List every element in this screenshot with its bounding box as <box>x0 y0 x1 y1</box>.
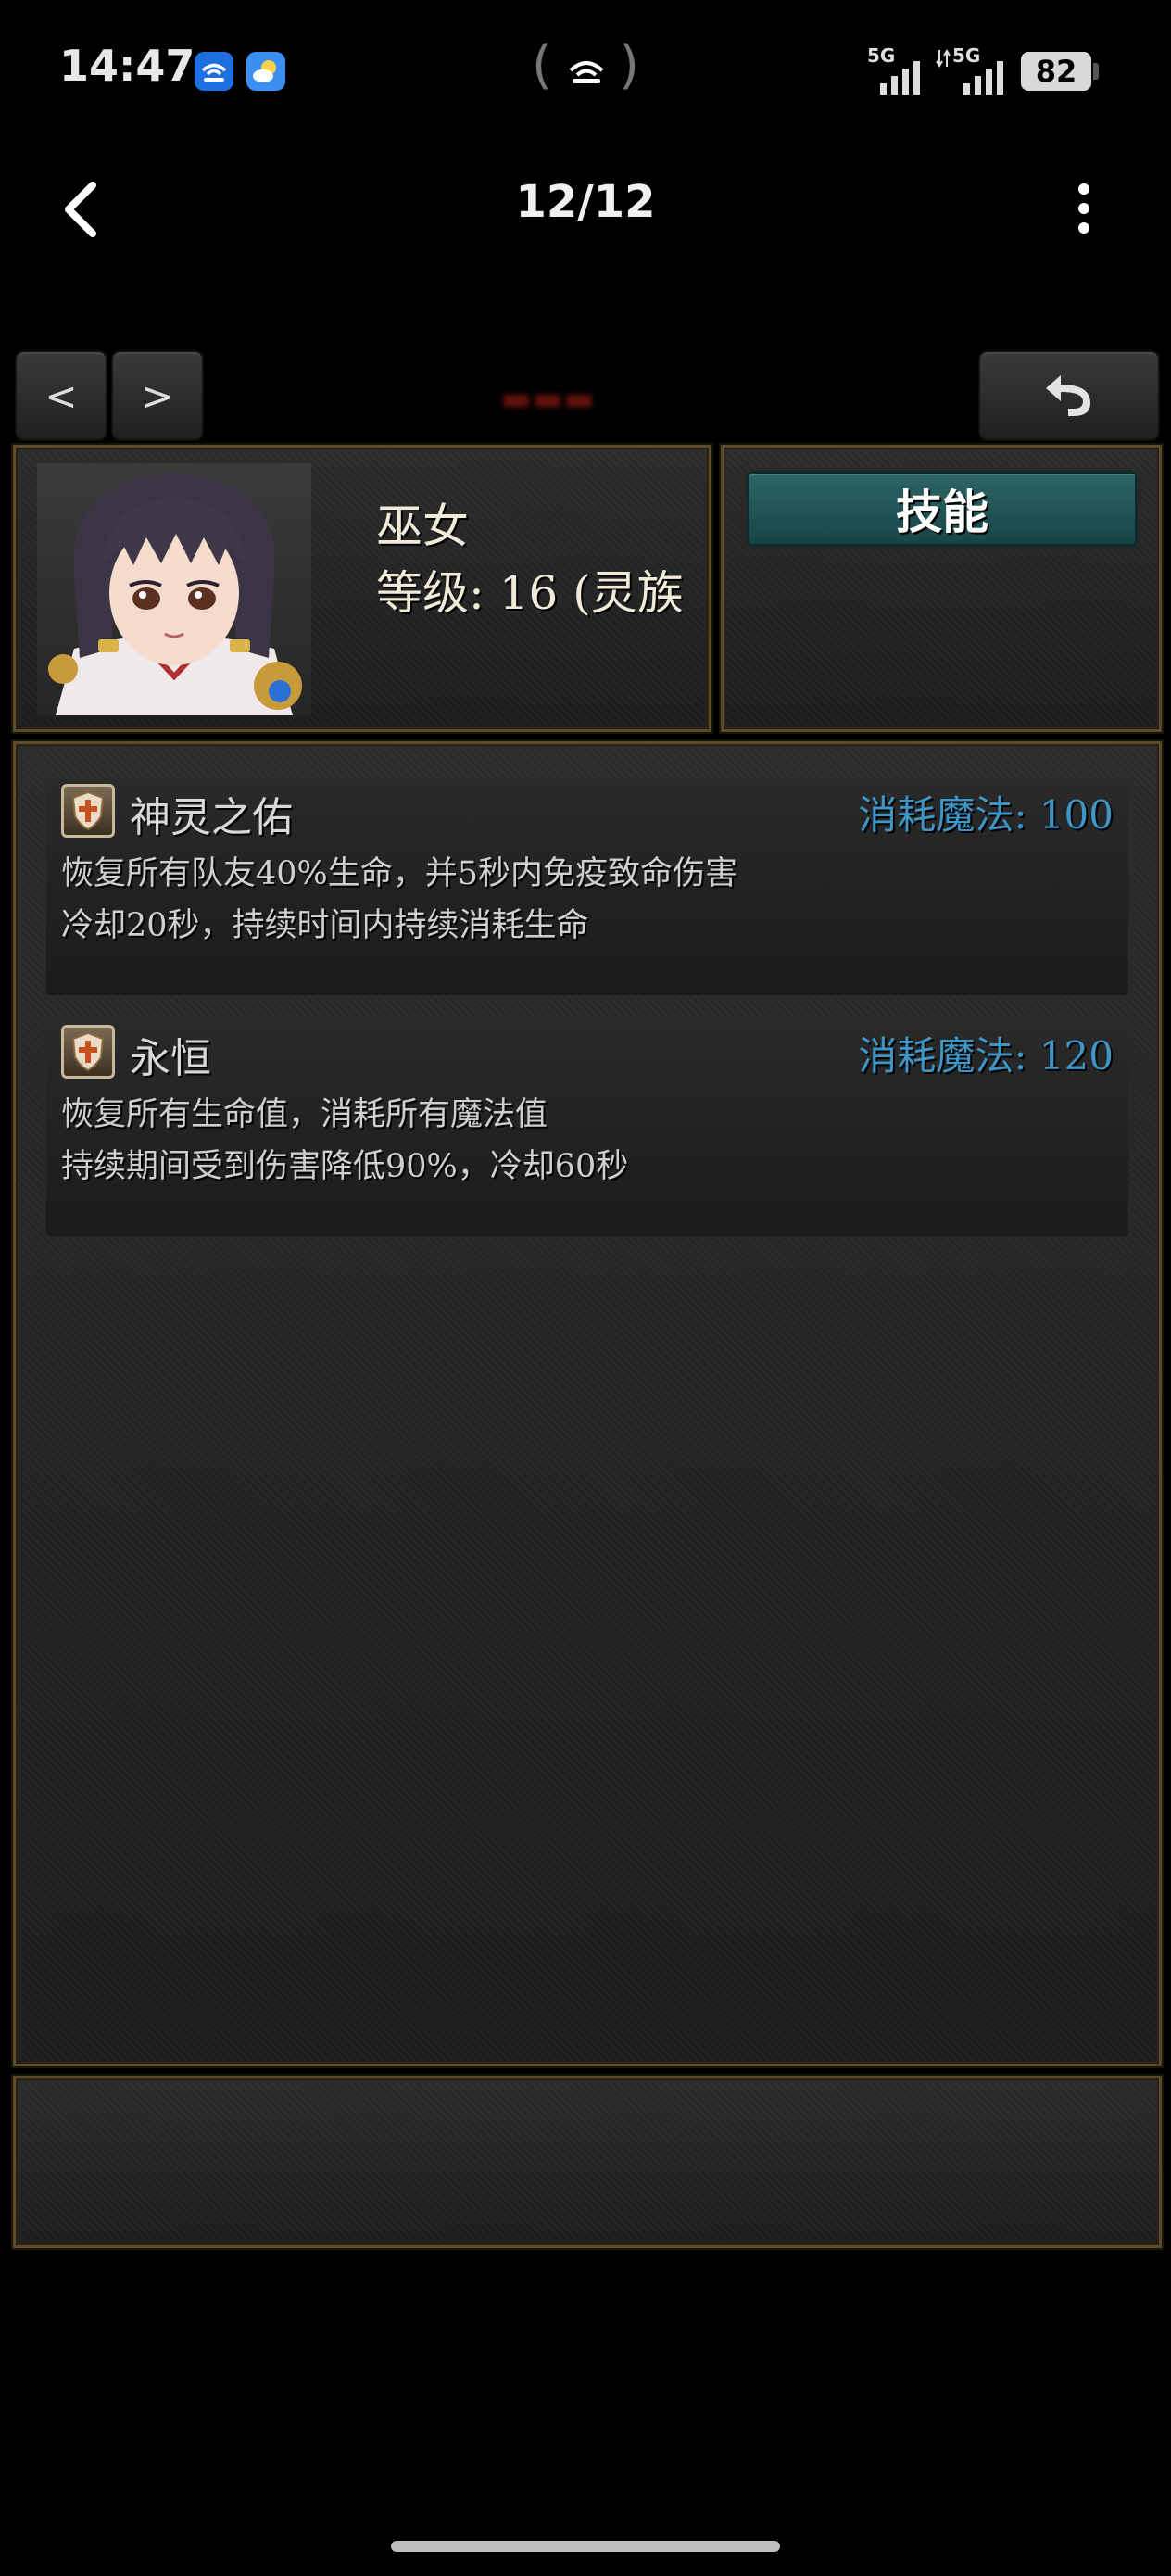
more-options-button[interactable] <box>1065 176 1102 241</box>
skill-mana-cost: 消耗魔法: 120 <box>858 1033 1114 1079</box>
skill-description: 持续期间受到伤害降低90%，冷却60秒 <box>61 1148 629 1185</box>
chevron-left-icon <box>65 182 96 237</box>
footer-panel <box>11 2074 1164 2250</box>
skill-item[interactable]: 永恒 消耗魔法: 120 恢复所有生命值，消耗所有魔法值 持续期间受到伤害降低9… <box>46 1019 1128 1236</box>
status-time: 14:47 <box>59 41 195 91</box>
return-button[interactable] <box>978 350 1160 441</box>
character-level: 等级: 16 (灵族 <box>376 566 684 620</box>
more-vertical-icon <box>1078 183 1089 234</box>
prev-label: < <box>44 373 78 419</box>
undo-icon <box>1046 375 1090 416</box>
tab-skills[interactable]: 技能 <box>747 471 1138 547</box>
next-character-button[interactable]: > <box>111 350 204 441</box>
next-label: > <box>141 373 174 419</box>
skill-item[interactable]: 神灵之佑 消耗魔法: 100 恢复所有队友40%生命，并5秒内免疫致命伤害 冷却… <box>46 778 1128 995</box>
prev-character-button[interactable]: < <box>15 350 107 441</box>
character-portrait <box>37 463 311 715</box>
battery-indicator: 82 <box>1021 52 1091 91</box>
signal-5g-icon: 5G <box>867 44 923 95</box>
skill-description: 冷却20秒，持续时间内持续消耗生命 <box>61 907 589 944</box>
skill-name: 永恒 <box>130 1035 211 1082</box>
home-indicator[interactable] <box>391 2541 780 2552</box>
skill-mana-cost: 消耗魔法: 100 <box>858 792 1114 838</box>
skill-name: 神灵之佑 <box>130 794 293 841</box>
signal-5g-icon: 5G <box>936 44 1008 95</box>
weather-app-icon <box>246 52 285 91</box>
shield-cross-icon <box>61 1025 115 1079</box>
hotspot-indicator: ( ) <box>532 35 639 95</box>
shield-cross-icon <box>61 784 115 838</box>
network-speed-app-icon <box>195 52 233 91</box>
blurred-header-decoration: ▬▬▬ <box>500 380 596 418</box>
skill-description: 恢复所有队友40%生命，并5秒内免疫致命伤害 <box>61 855 738 892</box>
back-button[interactable] <box>56 176 111 241</box>
page-counter: 12/12 <box>515 176 656 228</box>
battery-tip <box>1093 63 1099 80</box>
skill-description: 恢复所有生命值，消耗所有魔法值 <box>61 1096 548 1133</box>
character-name: 巫女 <box>376 499 469 553</box>
